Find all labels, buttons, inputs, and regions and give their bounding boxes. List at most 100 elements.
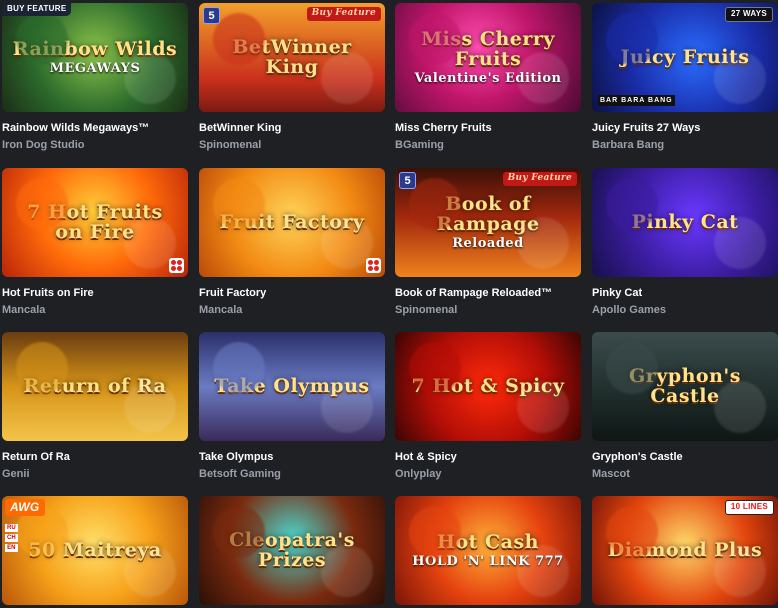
game-title[interactable]: Miss Cherry Fruits [395, 122, 581, 134]
game-card[interactable]: Miss Cherry Fruits Valentine's Edition Mis… [395, 3, 581, 151]
game-title[interactable]: Fruit Factory [199, 287, 385, 299]
artwork-glow [321, 52, 373, 104]
artwork-glow [606, 13, 658, 65]
game-card[interactable]: Hot Cash HOLD 'N' LINK 777 [395, 496, 581, 605]
artwork-glow [517, 545, 569, 597]
game-thumbnail[interactable]: 50 Maitreya AWG RU CH EN [2, 496, 188, 605]
game-thumbnail[interactable]: Gryphon's Castle [592, 332, 778, 441]
game-title[interactable]: Hot & Spicy [395, 451, 581, 463]
game-provider[interactable]: Onlyplay [395, 468, 581, 480]
provider-logo: BAR BARA BANG [598, 95, 675, 106]
game-card[interactable]: 7 Hot & Spicy Hot & Spicy Onlyplay [395, 332, 581, 480]
game-provider[interactable]: Barbara Bang [592, 139, 778, 151]
game-provider[interactable]: Mancala [199, 304, 385, 316]
game-thumbnail[interactable]: Pinky Cat [592, 168, 778, 277]
dice-icon [366, 258, 381, 273]
artwork-glow [517, 217, 569, 269]
game-card[interactable]: Gryphon's Castle Gryphon's Castle Mascot [592, 332, 778, 480]
games-grid: Rainbow Wilds MEGAWAYS BUY FEATURE Rainbow … [0, 0, 778, 608]
game-provider[interactable]: Mascot [592, 468, 778, 480]
game-card[interactable]: BetWinner King Buy Feature 5 BetWinner King… [199, 3, 385, 151]
game-card[interactable]: 50 Maitreya AWG RU CH EN [2, 496, 188, 605]
dice-dot [374, 266, 379, 271]
artwork-glow [606, 178, 658, 230]
game-title[interactable]: Pinky Cat [592, 287, 778, 299]
dice-dot [177, 260, 182, 265]
artwork-glow [213, 342, 265, 394]
game-card[interactable]: Pinky Cat Pinky Cat Apollo Games [592, 168, 778, 316]
artwork-glow [409, 13, 461, 65]
game-thumbnail[interactable]: 7 Hot Fruits on Fire [2, 168, 188, 277]
feature-badge: 10 LINES [724, 500, 774, 515]
dice-dot [368, 260, 373, 265]
artwork-glow [124, 545, 176, 597]
provider-five-icon: 5 [203, 7, 220, 24]
game-card[interactable]: Take Olympus Take Olympus Betsoft Gaming [199, 332, 385, 480]
artwork-glow [16, 13, 68, 65]
artwork-glow [124, 381, 176, 433]
game-thumbnail[interactable]: 7 Hot & Spicy [395, 332, 581, 441]
game-card[interactable]: 7 Hot Fruits on Fire Hot Fruits on Fire Ma… [2, 168, 188, 316]
game-provider[interactable]: Genii [2, 468, 188, 480]
game-card[interactable]: Juicy Fruits 27 WAYS BAR BARA BANG Juicy Fr… [592, 3, 778, 151]
feature-badge: Buy Feature [306, 7, 381, 21]
game-provider[interactable]: BGaming [395, 139, 581, 151]
game-title[interactable]: Return Of Ra [2, 451, 188, 463]
game-card[interactable]: Rainbow Wilds MEGAWAYS BUY FEATURE Rainbow … [2, 3, 188, 151]
game-card[interactable]: Fruit Factory Fruit Factory Mancala [199, 168, 385, 316]
game-card[interactable]: Cleopatra's Prizes [199, 496, 385, 605]
game-thumbnail[interactable]: Cleopatra's Prizes [199, 496, 385, 605]
game-card[interactable]: Diamond Plus 10 LINES [592, 496, 778, 605]
dice-dot [368, 266, 373, 271]
game-thumbnail[interactable]: Rainbow Wilds MEGAWAYS BUY FEATURE [2, 3, 188, 112]
game-title[interactable]: Take Olympus [199, 451, 385, 463]
dice-dot [177, 266, 182, 271]
artwork-glow [16, 178, 68, 230]
language-flags: RU CH EN [5, 524, 18, 552]
game-provider[interactable]: Mancala [2, 304, 188, 316]
artwork-glow [124, 52, 176, 104]
game-card[interactable]: Return of Ra Return Of Ra Genii [2, 332, 188, 480]
game-provider[interactable]: Spinomenal [395, 304, 581, 316]
artwork-glow [517, 52, 569, 104]
artwork-glow [714, 217, 766, 269]
game-title[interactable]: BetWinner King [199, 122, 385, 134]
game-thumbnail[interactable]: BetWinner King Buy Feature 5 [199, 3, 385, 112]
feature-badge: AWG [5, 499, 45, 517]
artwork-glow [213, 13, 265, 65]
artwork-glow [213, 178, 265, 230]
game-thumbnail[interactable]: Take Olympus [199, 332, 385, 441]
flag-icon: CH [5, 534, 18, 542]
dice-dot [171, 260, 176, 265]
game-title[interactable]: Book of Rampage Reloaded™ [395, 287, 581, 299]
game-thumbnail[interactable]: Hot Cash HOLD 'N' LINK 777 [395, 496, 581, 605]
game-title[interactable]: Hot Fruits on Fire [2, 287, 188, 299]
artwork-glow [409, 506, 461, 558]
provider-five-icon: 5 [399, 172, 416, 189]
game-title[interactable]: Juicy Fruits 27 Ways [592, 122, 778, 134]
game-card[interactable]: Book of Rampage Reloaded Buy Feature 5 Book … [395, 168, 581, 316]
game-thumbnail[interactable]: Miss Cherry Fruits Valentine's Edition [395, 3, 581, 112]
artwork-glow [517, 381, 569, 433]
artwork-glow [409, 342, 461, 394]
game-thumbnail[interactable]: Return of Ra [2, 332, 188, 441]
flag-icon: EN [5, 544, 18, 552]
artwork-glow [321, 381, 373, 433]
feature-badge: BUY FEATURE [2, 3, 72, 16]
game-provider[interactable]: Iron Dog Studio [2, 139, 188, 151]
game-thumbnail[interactable]: Fruit Factory [199, 168, 385, 277]
dice-dot [171, 266, 176, 271]
flag-icon: RU [5, 524, 18, 532]
artwork-glow [606, 342, 658, 394]
game-provider[interactable]: Betsoft Gaming [199, 468, 385, 480]
feature-badge: 27 WAYS [724, 7, 773, 22]
game-provider[interactable]: Spinomenal [199, 139, 385, 151]
game-title[interactable]: Gryphon's Castle [592, 451, 778, 463]
game-thumbnail[interactable]: Book of Rampage Reloaded Buy Feature 5 [395, 168, 581, 277]
artwork-glow [714, 52, 766, 104]
game-title[interactable]: Rainbow Wilds Megaways™ [2, 122, 188, 134]
artwork-glow [213, 506, 265, 558]
game-thumbnail[interactable]: Juicy Fruits 27 WAYS BAR BARA BANG [592, 3, 778, 112]
game-provider[interactable]: Apollo Games [592, 304, 778, 316]
game-thumbnail[interactable]: Diamond Plus 10 LINES [592, 496, 778, 605]
